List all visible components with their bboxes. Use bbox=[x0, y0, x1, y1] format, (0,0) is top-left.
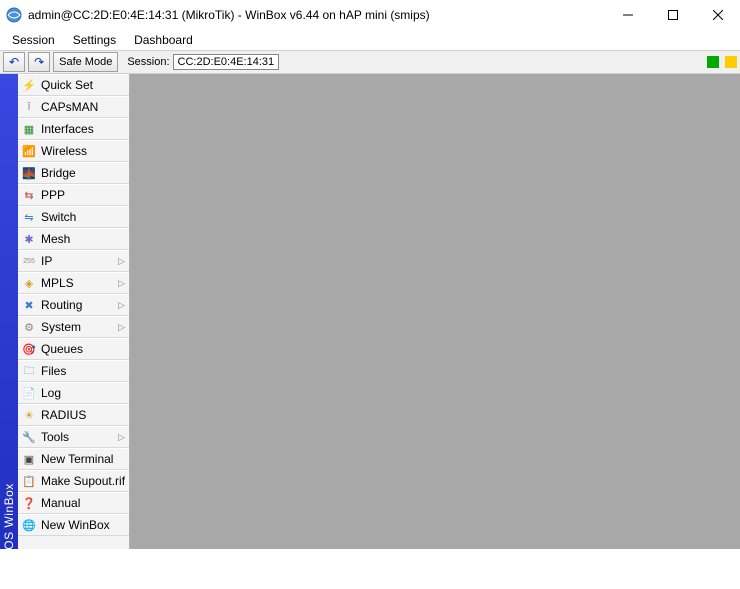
sidebar-item-wireless[interactable]: 📶 Wireless bbox=[18, 140, 129, 162]
interfaces-icon: ▦ bbox=[22, 122, 36, 136]
radius-icon: ☀ bbox=[22, 408, 36, 422]
manual-icon: ❓ bbox=[22, 496, 36, 510]
sidebar-item-tools[interactable]: 🔧 Tools ▷ bbox=[18, 426, 129, 448]
log-icon: 📄 bbox=[22, 386, 36, 400]
session-label: Session: bbox=[127, 56, 169, 68]
menu-session[interactable]: Session bbox=[4, 31, 63, 49]
submenu-arrow-icon: ▷ bbox=[118, 278, 125, 289]
sidebar-item-ppp[interactable]: ⇆ PPP bbox=[18, 184, 129, 206]
brand-bar: RouterOS WinBox bbox=[0, 74, 18, 549]
routing-icon: ✖ bbox=[22, 298, 36, 312]
undo-icon: ↶ bbox=[9, 55, 19, 69]
sidebar-item-label: Files bbox=[41, 364, 125, 378]
mdi-area bbox=[130, 74, 740, 549]
tools-icon: 🔧 bbox=[22, 430, 36, 444]
submenu-arrow-icon: ▷ bbox=[118, 300, 125, 311]
sidebar-item-mpls[interactable]: ◈ MPLS ▷ bbox=[18, 272, 129, 294]
sidebar-item-label: IP bbox=[41, 254, 113, 268]
sidebar-item-label: Make Supout.rif bbox=[41, 474, 125, 488]
submenu-arrow-icon: ▷ bbox=[118, 432, 125, 443]
sidebar-item-label: CAPsMAN bbox=[41, 100, 125, 114]
sidebar-item-label: PPP bbox=[41, 188, 125, 202]
wireless-icon: 📶 bbox=[22, 144, 36, 158]
status-indicator-icon bbox=[707, 56, 719, 68]
capsman-icon: î bbox=[22, 100, 36, 114]
sidebar-item-label: Interfaces bbox=[41, 122, 125, 136]
new-winbox-icon: 🌐 bbox=[22, 518, 36, 532]
sidebar-item-new-winbox[interactable]: 🌐 New WinBox bbox=[18, 514, 129, 536]
window-title: admin@CC:2D:E0:4E:14:31 (MikroTik) - Win… bbox=[28, 8, 605, 22]
menu-dashboard[interactable]: Dashboard bbox=[126, 31, 201, 49]
submenu-arrow-icon: ▷ bbox=[118, 322, 125, 333]
sidebar-item-new-terminal[interactable]: ▣ New Terminal bbox=[18, 448, 129, 470]
sidebar-item-interfaces[interactable]: ▦ Interfaces bbox=[18, 118, 129, 140]
ppp-icon: ⇆ bbox=[22, 188, 36, 202]
sidebar-item-routing[interactable]: ✖ Routing ▷ bbox=[18, 294, 129, 316]
maximize-button[interactable] bbox=[650, 0, 695, 29]
lock-indicator-icon bbox=[725, 56, 737, 68]
files-icon: 🗀 bbox=[22, 364, 36, 378]
safe-mode-button[interactable]: Safe Mode bbox=[53, 52, 118, 72]
submenu-arrow-icon: ▷ bbox=[118, 256, 125, 267]
system-icon: ⚙ bbox=[22, 320, 36, 334]
sidebar-item-label: Queues bbox=[41, 342, 125, 356]
sidebar-item-quick-set[interactable]: ⚡ Quick Set bbox=[18, 74, 129, 96]
sidebar-item-label: Mesh bbox=[41, 232, 125, 246]
undo-button[interactable]: ↶ bbox=[3, 52, 25, 72]
sidebar-item-label: Bridge bbox=[41, 166, 125, 180]
sidebar-item-files[interactable]: 🗀 Files bbox=[18, 360, 129, 382]
redo-button[interactable]: ↷ bbox=[28, 52, 50, 72]
quick-set-icon: ⚡ bbox=[22, 78, 36, 92]
sidebar-item-ip[interactable]: 255 IP ▷ bbox=[18, 250, 129, 272]
sidebar-item-label: Wireless bbox=[41, 144, 125, 158]
sidebar-item-label: Quick Set bbox=[41, 78, 125, 92]
sidebar-item-label: RADIUS bbox=[41, 408, 125, 422]
sidebar-item-manual[interactable]: ❓ Manual bbox=[18, 492, 129, 514]
sidebar-item-label: New WinBox bbox=[41, 518, 125, 532]
titlebar: admin@CC:2D:E0:4E:14:31 (MikroTik) - Win… bbox=[0, 0, 740, 30]
sidebar-item-log[interactable]: 📄 Log bbox=[18, 382, 129, 404]
window-controls bbox=[605, 0, 740, 29]
new-terminal-icon: ▣ bbox=[22, 452, 36, 466]
bridge-icon: 🌉 bbox=[22, 166, 36, 180]
workarea: RouterOS WinBox ⚡ Quick Set î CAPsMAN ▦ Inter… bbox=[0, 74, 740, 549]
minimize-button[interactable] bbox=[605, 0, 650, 29]
redo-icon: ↷ bbox=[34, 55, 44, 69]
sidebar: ⚡ Quick Set î CAPsMAN ▦ Interfaces 📶 Wireless 🌉 B… bbox=[18, 74, 130, 549]
sidebar-item-label: Log bbox=[41, 386, 125, 400]
session-value: CC:2D:E0:4E:14:31 bbox=[173, 54, 280, 70]
sidebar-item-radius[interactable]: ☀ RADIUS bbox=[18, 404, 129, 426]
ip-icon: 255 bbox=[22, 254, 36, 268]
switch-icon: ⇋ bbox=[22, 210, 36, 224]
close-button[interactable] bbox=[695, 0, 740, 29]
sidebar-item-bridge[interactable]: 🌉 Bridge bbox=[18, 162, 129, 184]
sidebar-item-mesh[interactable]: ✱ Mesh bbox=[18, 228, 129, 250]
brand-label: RouterOS WinBox bbox=[2, 483, 16, 589]
mesh-icon: ✱ bbox=[22, 232, 36, 246]
queues-icon: 🎯 bbox=[22, 342, 36, 356]
sidebar-item-label: System bbox=[41, 320, 113, 334]
sidebar-item-label: Switch bbox=[41, 210, 125, 224]
sidebar-item-label: New Terminal bbox=[41, 452, 125, 466]
mpls-icon: ◈ bbox=[22, 276, 36, 290]
menu-settings[interactable]: Settings bbox=[65, 31, 124, 49]
make-supout-rif-icon: 📋 bbox=[22, 474, 36, 488]
sidebar-item-queues[interactable]: 🎯 Queues bbox=[18, 338, 129, 360]
sidebar-item-label: Routing bbox=[41, 298, 113, 312]
sidebar-item-capsman[interactable]: î CAPsMAN bbox=[18, 96, 129, 118]
toolbar: ↶ ↷ Safe Mode Session: CC:2D:E0:4E:14:31 bbox=[0, 50, 740, 74]
sidebar-item-label: MPLS bbox=[41, 276, 113, 290]
sidebar-item-label: Manual bbox=[41, 496, 125, 510]
sidebar-item-label: Tools bbox=[41, 430, 113, 444]
sidebar-item-system[interactable]: ⚙ System ▷ bbox=[18, 316, 129, 338]
menubar: Session Settings Dashboard bbox=[0, 30, 740, 50]
sidebar-item-switch[interactable]: ⇋ Switch bbox=[18, 206, 129, 228]
sidebar-item-make-supout-rif[interactable]: 📋 Make Supout.rif bbox=[18, 470, 129, 492]
winbox-logo-icon bbox=[6, 7, 22, 23]
